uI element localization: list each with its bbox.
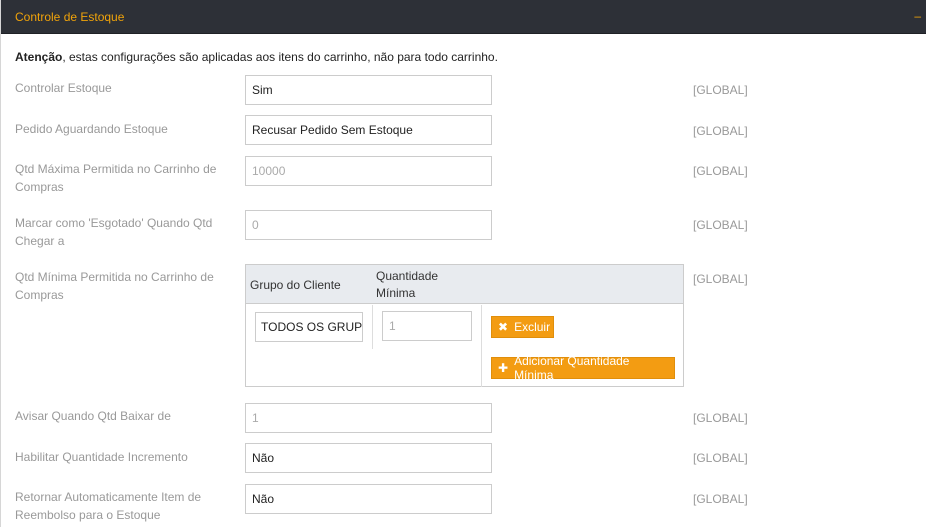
notice-body: , estas configurações são aplicadas aos …: [62, 50, 498, 64]
add-min-qty-button[interactable]: ✚ Adicionar Quantidade Mínima: [491, 354, 675, 382]
column-divider: [372, 305, 373, 349]
input-avisar-qtd[interactable]: 1: [245, 403, 492, 433]
column-divider: [481, 305, 482, 387]
scope-controlar-estoque: [GLOBAL]: [693, 83, 748, 97]
label-marcar-esgotado: Marcar como 'Esgotado' Quando Qtd Chegar…: [15, 216, 213, 248]
scope-pedido-aguardando: [GLOBAL]: [693, 124, 748, 138]
min-qty-table: Grupo do Cliente Quantidade Mínima TODOS…: [245, 264, 684, 387]
header-grupo-cliente: Grupo do Cliente: [250, 278, 341, 292]
stock-control-panel: Controle de Estoque – Atenção, estas con…: [0, 0, 926, 527]
panel-title: Controle de Estoque: [15, 10, 125, 24]
input-qtd-maxima[interactable]: 10000: [245, 156, 492, 186]
label-avisar-qtd: Avisar Quando Qtd Baixar de: [15, 409, 171, 423]
notice-text: Atenção, estas configurações são aplicad…: [15, 50, 498, 64]
label-controlar-estoque: Controlar Estoque: [15, 81, 112, 95]
min-qty-input[interactable]: 1: [382, 311, 472, 341]
scope-qtd-minima: [GLOBAL]: [693, 272, 748, 286]
close-icon: ✖: [498, 320, 509, 334]
label-pedido-aguardando: Pedido Aguardando Estoque: [15, 122, 168, 136]
select-habilitar-incremento[interactable]: Não: [245, 443, 492, 473]
input-marcar-esgotado[interactable]: 0: [245, 210, 492, 240]
header-quantidade-minima: Quantidade Mínima: [376, 269, 439, 300]
collapse-icon[interactable]: –: [914, 9, 921, 23]
select-controlar-estoque[interactable]: Sim: [245, 75, 492, 105]
select-retornar-reembolso[interactable]: Não: [245, 484, 492, 514]
delete-min-qty-button[interactable]: ✖ Excluir: [491, 316, 554, 338]
scope-marcar-esgotado: [GLOBAL]: [693, 218, 748, 232]
label-qtd-minima: Qtd Mínima Permitida no Carrinho de Comp…: [15, 270, 214, 302]
add-label: Adicionar Quantidade Mínima: [514, 354, 630, 382]
scope-avisar-qtd: [GLOBAL]: [693, 411, 748, 425]
plus-icon: ✚: [498, 361, 509, 375]
panel-header[interactable]: Controle de Estoque –: [1, 0, 926, 34]
customer-group-select[interactable]: TODOS OS GRUPOS: [255, 312, 363, 342]
notice-bold: Atenção: [15, 50, 63, 64]
scope-retornar-reembolso: [GLOBAL]: [693, 492, 748, 506]
delete-label: Excluir: [514, 320, 551, 334]
min-qty-table-header: Grupo do Cliente Quantidade Mínima: [246, 265, 683, 304]
select-pedido-aguardando[interactable]: Recusar Pedido Sem Estoque: [245, 115, 492, 145]
scope-habilitar-incremento: [GLOBAL]: [693, 451, 748, 465]
label-habilitar-incremento: Habilitar Quantidade Incremento: [15, 450, 188, 464]
label-qtd-maxima: Qtd Máxima Permitida no Carrinho de Comp…: [15, 162, 217, 194]
label-retornar-reembolso: Retornar Automaticamente Item de Reembol…: [15, 490, 202, 522]
scope-qtd-maxima: [GLOBAL]: [693, 164, 748, 178]
